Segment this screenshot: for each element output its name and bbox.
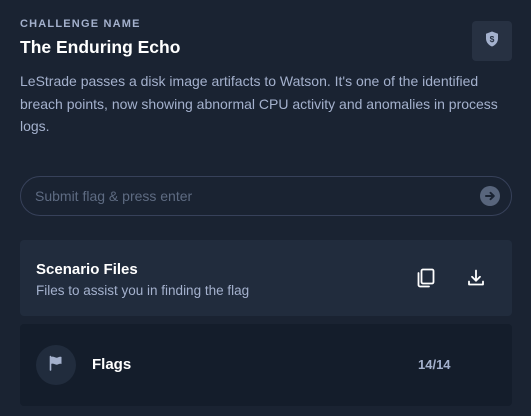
challenge-badge-button[interactable]: $ bbox=[472, 21, 512, 61]
scenario-files-card: Scenario Files Files to assist you in fi… bbox=[20, 240, 512, 316]
copy-icon[interactable] bbox=[414, 266, 438, 290]
flags-count: 14/14 bbox=[418, 357, 451, 372]
flags-icon-container bbox=[36, 345, 76, 385]
flag-input[interactable] bbox=[35, 177, 475, 215]
challenge-description: LeStrade passes a disk image artifacts t… bbox=[20, 73, 498, 134]
scenario-files-title: Scenario Files bbox=[36, 261, 138, 278]
challenge-name-label: CHALLENGE NAME bbox=[20, 18, 141, 30]
svg-text:$: $ bbox=[490, 34, 495, 44]
flag-input-container bbox=[20, 176, 512, 216]
arrow-right-circle-icon[interactable] bbox=[480, 186, 500, 206]
shield-dollar-icon: $ bbox=[485, 31, 499, 52]
flag-icon bbox=[48, 355, 64, 376]
flags-title: Flags bbox=[92, 356, 132, 373]
challenge-title: The Enduring Echo bbox=[20, 37, 181, 57]
flags-card[interactable]: Flags 14/14 bbox=[20, 324, 512, 406]
scenario-files-subtitle: Files to assist you in finding the flag bbox=[36, 283, 250, 298]
download-icon[interactable] bbox=[464, 266, 488, 290]
